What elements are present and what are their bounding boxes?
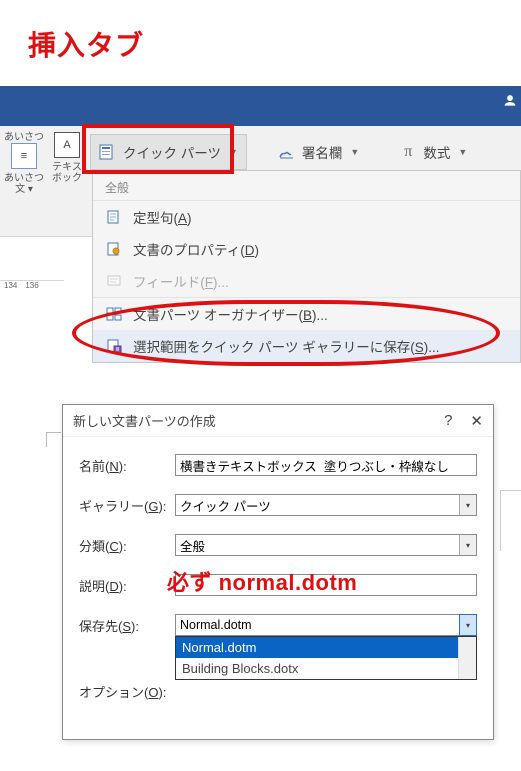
field-icon — [105, 272, 123, 290]
name-label: 名前(N): — [79, 456, 175, 475]
organizer-icon — [105, 305, 123, 323]
chevron-down-icon: ▼ — [458, 147, 467, 157]
menu-section-head: 全般 — [93, 175, 520, 201]
menu-item-save-to-gallery[interactable]: 選択範囲をクイック パーツ ギャラリーに保存(S)... — [93, 330, 520, 362]
greeting-label: あいさつ — [4, 173, 44, 184]
equation-label: 数式 — [423, 142, 450, 162]
page-edge — [500, 490, 521, 551]
signature-line-button[interactable]: 署名欄 ▼ — [269, 134, 368, 170]
text-box-button[interactable]: A テキス ボック — [52, 132, 82, 184]
chevron-down-icon[interactable]: ▾ — [459, 494, 477, 516]
greeting-label-2: 文 ▾ — [15, 184, 33, 195]
gallery-select[interactable] — [175, 494, 477, 516]
ruler: 134 136 — [0, 280, 64, 297]
account-button[interactable] — [503, 94, 517, 108]
menu-item-organizer[interactable]: 文書パーツ オーガナイザー(B)... — [93, 297, 520, 330]
chevron-down-icon: ▼ — [350, 147, 359, 157]
quick-parts-menu: 全般 定型句(A) 文書のプロパティ(D) — [92, 170, 521, 363]
scrollbar[interactable] — [458, 637, 476, 679]
pi-icon: π — [399, 143, 417, 161]
quick-parts-button[interactable]: クイック パーツ ▼ — [90, 134, 247, 170]
name-field[interactable] — [175, 454, 477, 476]
page-annotation-heading: 挿入タブ — [28, 24, 144, 64]
options-label: オプション(O): — [79, 682, 175, 701]
ribbon-titlebar — [0, 86, 521, 126]
list-item[interactable]: Building Blocks.dotx — [176, 658, 476, 679]
ruler-mark: 136 — [25, 281, 38, 290]
menu-item-label: 文書のプロパティ(D) — [133, 239, 259, 259]
page-icon: ≡ — [11, 143, 37, 169]
equation-button[interactable]: π 数式 ▼ — [390, 134, 476, 170]
category-select[interactable] — [175, 534, 477, 556]
save-in-select[interactable] — [175, 614, 477, 636]
ribbon-home: あいさつ ≡ あいさつ 文 ▾ A テキス ボック クイック パーツ — [0, 126, 521, 237]
page-margin-mark — [46, 432, 61, 447]
ribbon-buttons: クイック パーツ ▼ 署名欄 ▼ π 数式 ▼ — [90, 136, 517, 168]
building-block-dialog: 新しい文書パーツの作成 ? ✕ 名前(N): ギャラリー(G): ▾ — [62, 404, 494, 740]
textbox-label: テキス — [52, 162, 82, 173]
close-button[interactable]: ✕ — [470, 412, 483, 430]
greeting-lines-button[interactable]: あいさつ ≡ あいさつ 文 ▾ — [4, 132, 44, 195]
chevron-down-icon[interactable]: ▾ — [459, 534, 477, 556]
save-gallery-icon — [105, 337, 123, 355]
textbox-label-2: ボック — [52, 173, 82, 184]
ribbon: あいさつ ≡ あいさつ 文 ▾ A テキス ボック クイック パーツ — [0, 86, 521, 331]
dialog-title: 新しい文書パーツの作成 — [73, 411, 216, 430]
signature-icon — [278, 143, 296, 161]
gallery-label: ギャラリー(G): — [79, 496, 175, 515]
save-in-listbox[interactable]: Normal.dotm Building Blocks.dotx — [175, 636, 477, 680]
docprops-icon — [105, 240, 123, 258]
user-icon — [503, 94, 517, 108]
category-label: 分類(C): — [79, 536, 175, 555]
menu-item-label: フィールド(F)... — [133, 271, 229, 291]
save-in-label: 保存先(S): — [79, 616, 175, 635]
dialog-titlebar: 新しい文書パーツの作成 ? ✕ — [63, 405, 493, 437]
autotext-icon — [105, 208, 123, 226]
list-item[interactable]: Normal.dotm — [176, 637, 476, 658]
menu-item-label: 文書パーツ オーガナイザー(B)... — [133, 304, 328, 324]
ruler-mark: 134 — [4, 281, 17, 290]
quick-parts-icon — [99, 143, 117, 161]
menu-item-field: フィールド(F)... — [93, 265, 520, 297]
signature-line-label: 署名欄 — [302, 142, 343, 162]
chevron-down-icon: ▼ — [229, 147, 238, 157]
menu-item-docprops[interactable]: 文書のプロパティ(D) — [93, 233, 520, 265]
menu-item-label: 選択範囲をクイック パーツ ギャラリーに保存(S)... — [133, 336, 440, 356]
description-label: 説明(D): — [79, 576, 175, 595]
ribbon-left-groups: あいさつ ≡ あいさつ 文 ▾ A テキス ボック — [0, 132, 82, 195]
greeting-tag: あいさつ — [4, 132, 44, 143]
help-button[interactable]: ? — [444, 412, 452, 429]
quick-parts-label: クイック パーツ — [123, 142, 221, 162]
menu-item-label: 定型句(A) — [133, 207, 192, 227]
description-field[interactable] — [175, 574, 477, 596]
chevron-down-icon[interactable]: ▾ — [459, 614, 477, 636]
textbox-icon: A — [54, 132, 80, 158]
menu-item-autotext[interactable]: 定型句(A) — [93, 201, 520, 233]
